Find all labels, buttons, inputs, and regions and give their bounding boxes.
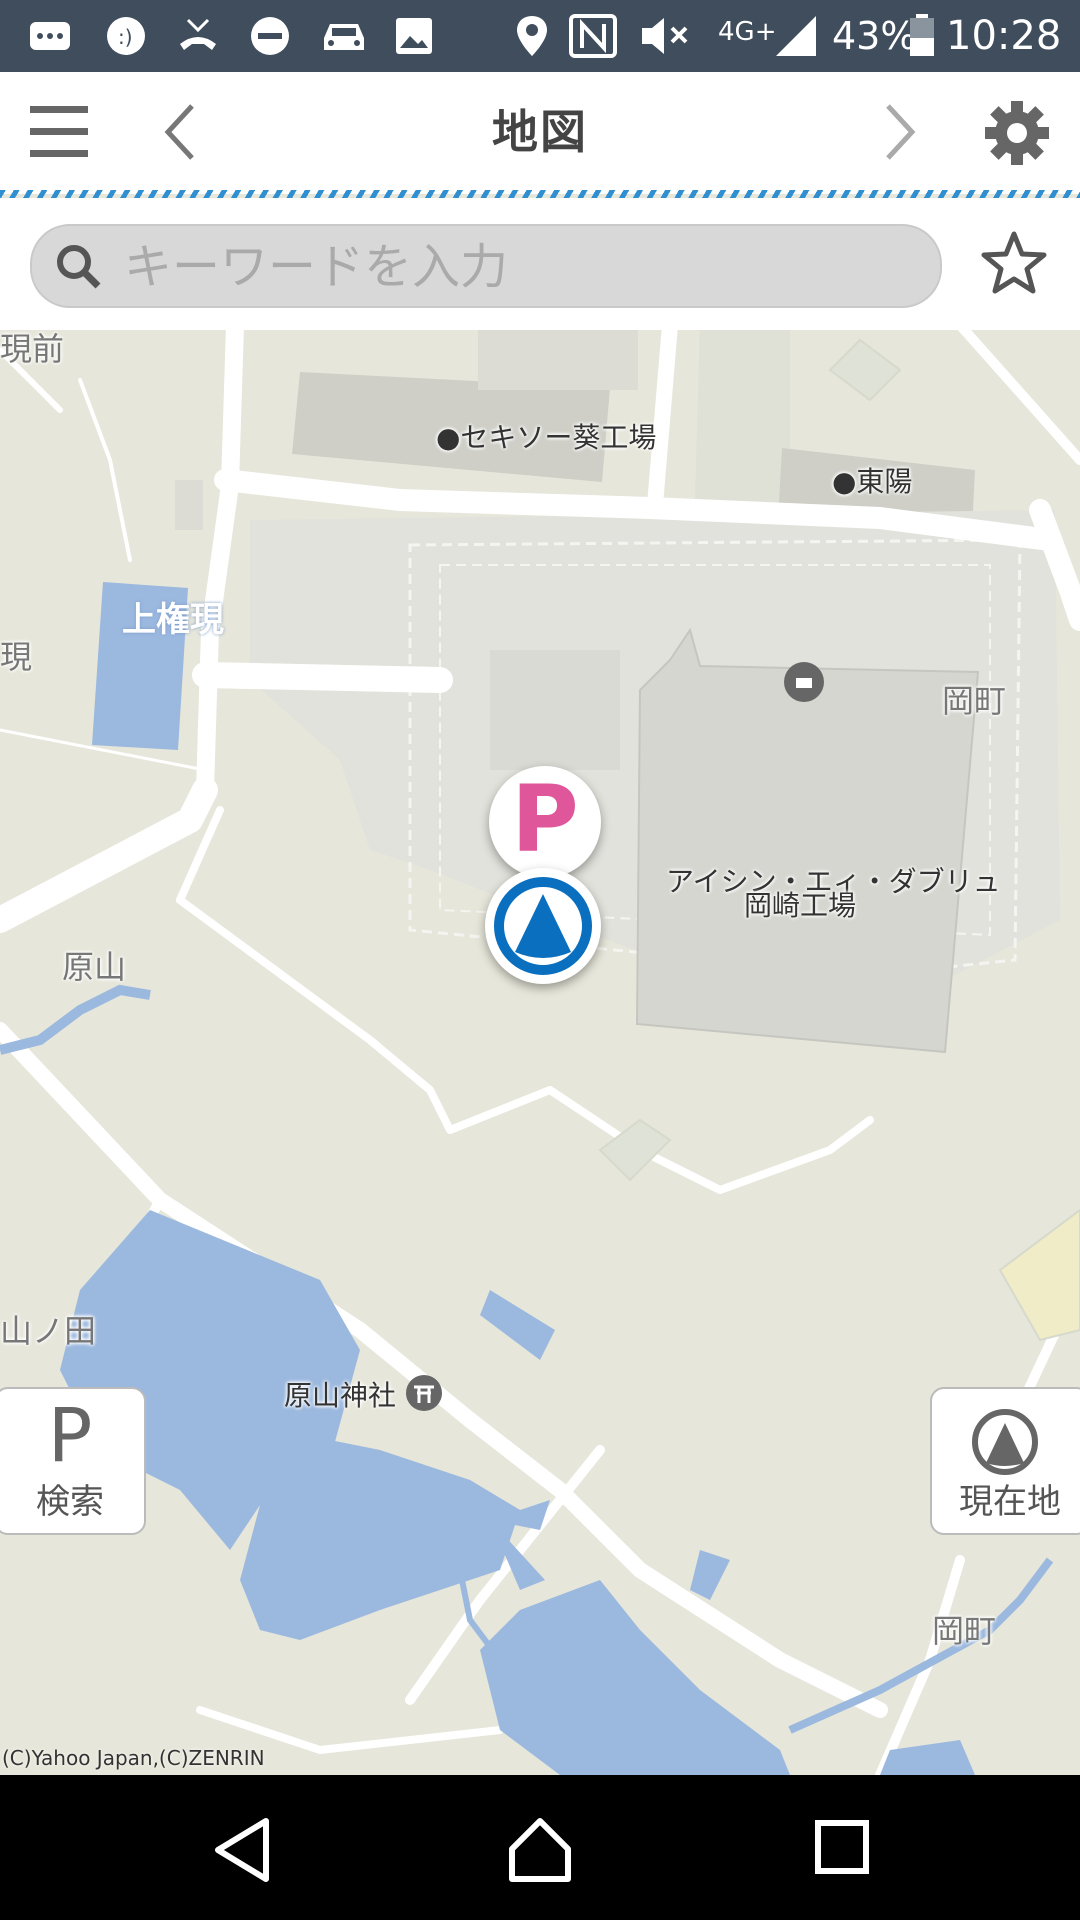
- parking-search-label: 検索: [36, 1482, 104, 1522]
- map-canvas[interactable]: [0, 330, 1080, 1775]
- parking-pin-label: P: [511, 766, 579, 873]
- battery-icon: [910, 14, 934, 56]
- battery-percent: 43%: [832, 14, 917, 58]
- parking-pin[interactable]: P: [489, 766, 601, 878]
- clock: 10:28: [946, 13, 1062, 59]
- map-label-kamigongen: 上権現: [122, 600, 224, 640]
- map-label-shrine[interactable]: 原山神社: [284, 1374, 396, 1414]
- header-divider: [0, 190, 1080, 198]
- signal-icon: [776, 16, 816, 56]
- sms-icon: [30, 22, 70, 50]
- map-label-yamanota: 山ノ田: [0, 1312, 97, 1350]
- location-icon: [517, 16, 547, 56]
- current-location-marker[interactable]: [485, 868, 601, 984]
- parking-search-icon: P: [47, 1393, 93, 1479]
- map-label-sekisui[interactable]: ●セキソー葵工場: [436, 416, 656, 456]
- map-label-okacho: 岡町: [942, 682, 1007, 720]
- map-label-okacho-south: 岡町: [932, 1612, 997, 1650]
- parking-search-button[interactable]: P 検索: [0, 1387, 146, 1535]
- back-icon[interactable]: [212, 1817, 272, 1883]
- gear-icon[interactable]: [984, 100, 1050, 166]
- map-label-toyo[interactable]: ●東陽: [832, 460, 912, 500]
- current-location-icon: [972, 1409, 1038, 1475]
- search-bar: [0, 198, 1080, 332]
- search-icon: [57, 245, 101, 289]
- svg-text::): :): [118, 25, 133, 49]
- map-copyright: (C)Yahoo Japan,(C)ZENRIN: [2, 1746, 265, 1770]
- map-label-edge-left: 現: [0, 638, 33, 676]
- location-arrow-icon: [494, 877, 592, 975]
- car-icon: [324, 24, 364, 50]
- network-type: 4G+: [718, 17, 777, 47]
- nfc-icon: [569, 14, 617, 58]
- image-icon: [396, 18, 432, 54]
- star-icon[interactable]: [980, 230, 1048, 296]
- home-icon[interactable]: [506, 1815, 574, 1885]
- app-header: 地図: [0, 72, 1080, 194]
- chevron-right-icon[interactable]: [880, 102, 920, 162]
- map-view[interactable]: ●セキソー葵工場 ●東陽 上権現 岡町 アイシン・エィ・ダブリュ 岡崎工場 原山…: [0, 330, 1080, 1775]
- map-label-edge-top: 現前: [0, 330, 65, 368]
- current-location-button[interactable]: 現在地: [930, 1387, 1080, 1535]
- map-label-harayama: 原山: [62, 948, 127, 986]
- search-input[interactable]: [122, 226, 926, 308]
- smiley-icon: :): [107, 17, 145, 55]
- map-label-factory-line2[interactable]: 岡崎工場: [744, 884, 856, 924]
- dnd-icon: [251, 17, 289, 55]
- mute-icon: [642, 18, 688, 54]
- system-nav-bar: [0, 1775, 1080, 1920]
- missed-call-icon: [180, 18, 216, 50]
- status-bar: :) 4G+ 43% 10:28: [0, 0, 1080, 72]
- recents-icon[interactable]: [814, 1819, 870, 1875]
- search-box[interactable]: [30, 224, 942, 308]
- current-location-label: 現在地: [959, 1482, 1061, 1522]
